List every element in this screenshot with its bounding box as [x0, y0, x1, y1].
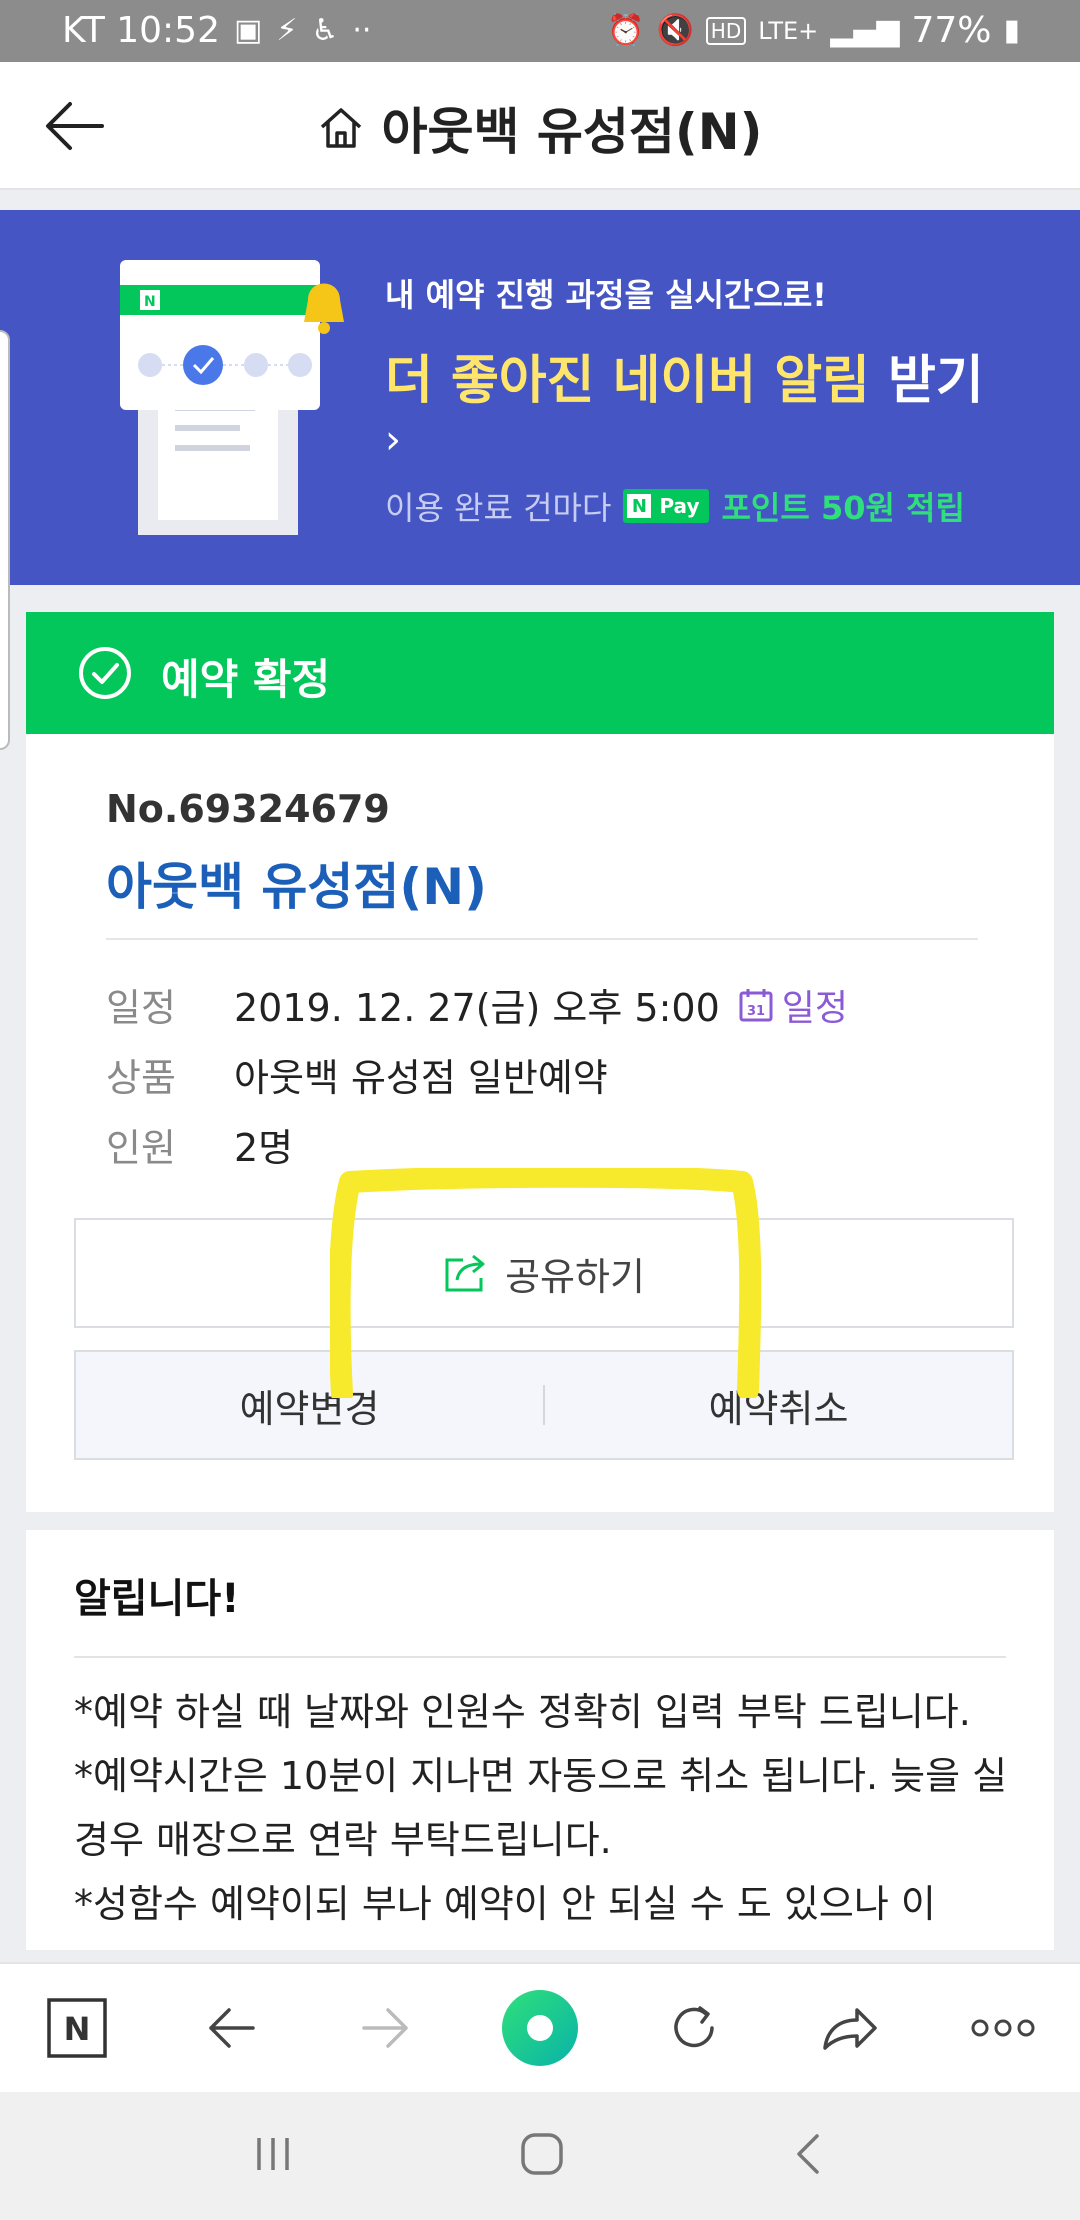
info-value: 2명: [234, 1126, 294, 1170]
carrier-time: KT 10:52: [62, 10, 220, 51]
notice-body: *예약 하실 때 날짜와 인원수 정확히 입력 부탁 드립니다. *예약시간은 …: [74, 1680, 1014, 1936]
browser-toolbar: N: [0, 1962, 1080, 2092]
reservation-card: 예약 확정 No.69324679 아웃백 유성점(N) 일정 2019. 12…: [26, 612, 1054, 1512]
divider: [74, 1656, 1006, 1658]
npay-logo-n: N: [627, 494, 652, 518]
pay-prefix: 이용 완료 건마다: [385, 489, 612, 527]
forward-share-icon: [822, 2008, 877, 2050]
add-to-calendar-link[interactable]: 31 일정: [738, 979, 848, 1031]
banner-subtitle: 내 예약 진행 과정을 실시간으로!: [385, 276, 827, 314]
share-button[interactable]: 공유하기: [74, 1218, 1014, 1328]
banner-title-rest: 받기: [869, 351, 984, 411]
green-dot-button[interactable]: [495, 1983, 585, 2073]
arrow-right-icon: [361, 2008, 408, 2048]
arrow-left-icon: [209, 2008, 256, 2048]
home-square-icon: [521, 2133, 563, 2175]
gallery-icon: ▣: [234, 13, 263, 48]
home-nav-button[interactable]: [518, 2130, 566, 2182]
shop-name-link[interactable]: 아웃백 유성점(N): [106, 847, 487, 919]
battery-icon: ▮: [1003, 13, 1020, 48]
banner-title-highlight: 더 좋아진 네이버 알림: [385, 351, 870, 411]
more-dots-icon: [971, 2019, 1035, 2037]
naver-home-button[interactable]: N: [32, 1983, 122, 2073]
divider: [106, 938, 978, 940]
reload-button[interactable]: [649, 1983, 739, 2073]
mute-icon: 🔇: [656, 13, 694, 48]
calendar-day: 31: [747, 1004, 765, 1019]
recent-apps-button[interactable]: [251, 2132, 295, 2180]
home-icon: [320, 108, 361, 148]
page-title: 아웃백 유성점(N): [0, 92, 1080, 164]
npay-logo: N Pay: [623, 489, 710, 523]
naver-n-letter: N: [64, 2010, 91, 2048]
notification-banner[interactable]: N 내 예약 진행 과정을 실시간으로! 더 좋아진 네이버 알림 받기 › 이…: [0, 210, 1080, 585]
signal-icon: ▂▄▆: [830, 13, 900, 48]
browser-forward-button[interactable]: [341, 1983, 431, 2073]
svg-text:N: N: [144, 294, 156, 310]
calendar-link-label: 일정: [781, 987, 849, 1029]
chevron-right-icon: ›: [385, 417, 401, 463]
npay-logo-label: Pay: [659, 494, 700, 518]
banner-title: 더 좋아진 네이버 알림 받기: [385, 338, 984, 413]
info-value: 2019. 12. 27(금) 오후 5:00: [234, 986, 720, 1030]
info-value: 아웃백 유성점 일반예약: [234, 1056, 608, 1100]
notice-section: 알립니다! *예약 하실 때 날짜와 인원수 정확히 입력 부탁 드립니다. *…: [26, 1530, 1054, 1950]
green-dot-icon: [501, 1990, 578, 2066]
app-notification-icon: ⚡: [276, 13, 298, 48]
page-title-text: 아웃백 유성점(N): [381, 103, 763, 161]
system-back-button[interactable]: [789, 2130, 829, 2182]
more-notifications-icon: ··: [352, 13, 372, 48]
pay-reward: 포인트 50원 적립: [721, 489, 965, 527]
app-header: 아웃백 유성점(N): [0, 62, 1080, 190]
notice-line: *성함수 예약이되 부나 예약이 안 되실 수 도 있으나 이: [74, 1882, 936, 1926]
chevron-left-icon: [796, 2134, 819, 2174]
reservation-number: No.69324679: [106, 787, 390, 831]
status-bar: KT 10:52 ▣ ⚡ ♿ ·· ⏰ 🔇 HD LTE+ ▂▄▆ 77% ▮: [0, 0, 1080, 62]
info-label: 상품: [106, 1056, 176, 1100]
notice-line: *예약 하실 때 날짜와 인원수 정확히 입력 부탁 드립니다.: [74, 1690, 971, 1734]
banner-pay-info: 이용 완료 건마다 N Pay 포인트 50원 적립: [385, 483, 984, 529]
edge-panel-handle[interactable]: [0, 330, 10, 750]
hd-icon: HD: [705, 16, 747, 45]
change-reservation-button[interactable]: 예약변경: [76, 1378, 543, 1433]
share-page-button[interactable]: [804, 1983, 894, 2073]
naver-n-icon: N: [47, 1998, 107, 2058]
reservation-actions: 예약변경 예약취소: [74, 1350, 1014, 1460]
status-label: 예약 확정: [161, 655, 331, 704]
status-banner: 예약 확정: [26, 612, 1054, 734]
info-row-people: 인원 2명: [106, 1117, 293, 1172]
network-label: LTE+: [758, 16, 819, 45]
info-label: 인원: [106, 1126, 176, 1170]
battery-percent: 77%: [911, 10, 992, 51]
cancel-reservation-button[interactable]: 예약취소: [545, 1378, 1012, 1433]
alarm-icon: ⏰: [607, 13, 645, 48]
notice-title: 알립니다!: [74, 1576, 240, 1622]
calendar-icon: 31: [739, 988, 773, 1021]
accessibility-icon: ♿: [311, 13, 339, 48]
share-label: 공유하기: [505, 1254, 645, 1299]
share-icon: [445, 1254, 485, 1292]
recent-apps-icon: [257, 2138, 290, 2170]
check-circle-icon: [79, 647, 131, 699]
refresh-icon: [674, 2006, 715, 2048]
browser-back-button[interactable]: [186, 1983, 276, 2073]
more-menu-button[interactable]: [958, 1983, 1048, 2073]
system-nav-bar: [0, 2092, 1080, 2220]
notice-line: *예약시간은 10분이 지나면 자동으로 취소 됩니다. 늦을 실 경우 매장으…: [74, 1754, 1008, 1862]
notification-illustration: N: [120, 260, 344, 535]
info-row-schedule: 일정 2019. 12. 27(금) 오후 5:00 31 일정: [106, 977, 848, 1032]
info-label: 일정: [106, 986, 176, 1030]
info-row-product: 상품 아웃백 유성점 일반예약: [106, 1047, 608, 1102]
